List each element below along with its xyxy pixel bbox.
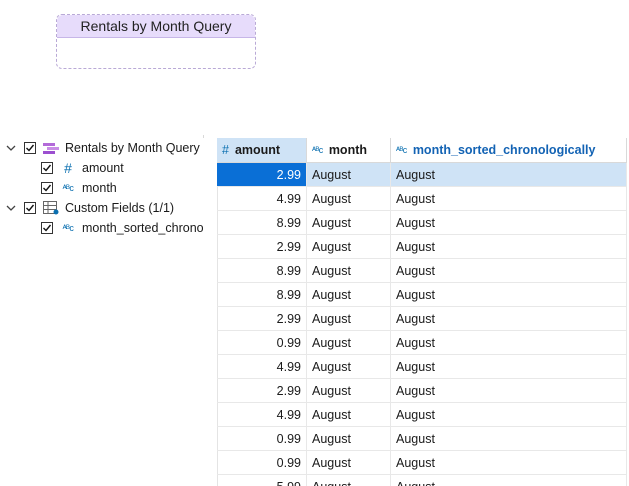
cell-month-sorted[interactable]: August — [391, 427, 627, 450]
fields-tree: Rentals by Month Query (2 # amount ᴬᴮc m… — [0, 135, 204, 486]
column-header-label: amount — [234, 143, 281, 157]
query-checkbox[interactable] — [24, 142, 36, 154]
cell-month-sorted[interactable]: August — [391, 355, 627, 378]
cell-amount[interactable]: 4.99 — [217, 355, 307, 378]
cell-amount[interactable]: 2.99 — [217, 235, 307, 258]
query-icon — [42, 141, 60, 155]
cell-amount[interactable]: 5.99 — [217, 475, 307, 486]
cell-amount[interactable]: 0.99 — [217, 451, 307, 474]
cell-month-sorted[interactable]: August — [391, 259, 627, 282]
abc-text-icon: ᴬᴮc — [396, 145, 407, 155]
cell-month[interactable]: August — [307, 187, 391, 210]
tree-item-query[interactable]: Rentals by Month Query (2 — [6, 138, 204, 158]
custom-fields-checkbox[interactable] — [24, 202, 36, 214]
query-box[interactable]: Rentals by Month Query — [56, 14, 256, 69]
cell-month[interactable]: August — [307, 379, 391, 402]
table-row[interactable]: 2.99 August August — [217, 379, 627, 403]
cell-month[interactable]: August — [307, 235, 391, 258]
column-header-label: month_sorted_chronologically — [412, 143, 596, 157]
table-row[interactable]: 0.99 August August — [217, 451, 627, 475]
table-row[interactable]: 4.99 August August — [217, 187, 627, 211]
query-box-title[interactable]: Rentals by Month Query — [57, 15, 255, 38]
cell-month[interactable]: August — [307, 307, 391, 330]
abc-text-icon: ᴬᴮc — [62, 183, 74, 193]
cell-month[interactable]: August — [307, 403, 391, 426]
abc-text-icon: ᴬᴮc — [62, 223, 74, 233]
abc-text-icon: ᴬᴮc — [312, 145, 323, 155]
table-row[interactable]: 8.99 August August — [217, 283, 627, 307]
row-header-strip — [203, 138, 218, 486]
column-header-month[interactable]: ᴬᴮc month — [307, 138, 391, 162]
chevron-down-icon[interactable] — [6, 143, 16, 153]
table-row[interactable]: 8.99 August August — [217, 259, 627, 283]
tree-item-custom-fields[interactable]: Custom Fields (1/1) — [6, 198, 174, 218]
cell-month[interactable]: August — [307, 427, 391, 450]
column-header-month-sorted[interactable]: ᴬᴮc month_sorted_chronologically — [391, 138, 627, 162]
cell-month-sorted[interactable]: August — [391, 403, 627, 426]
hash-icon: # — [64, 160, 72, 176]
cell-month-sorted[interactable]: August — [391, 307, 627, 330]
hash-icon: # — [222, 143, 229, 157]
cell-month[interactable]: August — [307, 283, 391, 306]
table-row[interactable]: 4.99 August August — [217, 403, 627, 427]
cell-amount[interactable]: 4.99 — [217, 403, 307, 426]
cell-month-sorted[interactable]: August — [391, 187, 627, 210]
tree-custom-label: Custom Fields (1/1) — [65, 201, 175, 215]
cell-month-sorted[interactable]: August — [391, 331, 627, 354]
table-grid-icon — [42, 201, 60, 215]
cell-month-sorted[interactable]: August — [391, 283, 627, 306]
column-header-amount[interactable]: # amount — [217, 138, 307, 162]
table-row[interactable]: 5.99AugustAugust — [217, 475, 627, 486]
table-row[interactable]: 8.99 August August — [217, 211, 627, 235]
cell-month-sorted[interactable]: August — [391, 211, 627, 234]
cell-month-sorted[interactable]: August — [391, 475, 627, 486]
amount-checkbox[interactable] — [41, 162, 53, 174]
tree-field-label: month — [82, 181, 117, 195]
cell-month[interactable]: August — [307, 475, 391, 486]
tree-item-amount[interactable]: # amount — [41, 158, 124, 178]
grid-body: 2.99 August August 4.99 August August 8.99 Augu… — [217, 163, 627, 486]
cell-amount[interactable]: 0.99 — [217, 427, 307, 450]
table-row[interactable]: 2.99 August August — [217, 307, 627, 331]
month-sorted-checkbox[interactable] — [41, 222, 53, 234]
column-header-label: month — [328, 143, 367, 157]
month-checkbox[interactable] — [41, 182, 53, 194]
tree-item-month[interactable]: ᴬᴮc month — [41, 178, 117, 198]
cell-month[interactable]: August — [307, 355, 391, 378]
cell-amount[interactable]: 8.99 — [217, 211, 307, 234]
cell-month-sorted[interactable]: August — [391, 163, 627, 186]
cell-month[interactable]: August — [307, 259, 391, 282]
table-row[interactable]: 0.99 August August — [217, 331, 627, 355]
tree-query-label: Rentals by Month Query (2 — [65, 141, 204, 155]
tree-item-month-sorted[interactable]: ᴬᴮc month_sorted_chronolo — [41, 218, 204, 238]
table-row[interactable]: 2.99 August August — [217, 235, 627, 259]
cell-amount[interactable]: 8.99 — [217, 283, 307, 306]
chevron-down-icon[interactable] — [6, 203, 16, 213]
grid-header-row: # amount ᴬᴮc month ᴬᴮc month_sorted_chro… — [217, 138, 627, 163]
cell-month[interactable]: August — [307, 163, 391, 186]
cell-month-sorted[interactable]: August — [391, 379, 627, 402]
results-grid[interactable]: # amount ᴬᴮc month ᴬᴮc month_sorted_chro… — [217, 138, 627, 486]
cell-month[interactable]: August — [307, 451, 391, 474]
cell-amount[interactable]: 8.99 — [217, 259, 307, 282]
cell-month[interactable]: August — [307, 331, 391, 354]
cell-amount[interactable]: 0.99 — [217, 331, 307, 354]
cell-amount[interactable]: 2.99 — [217, 307, 307, 330]
table-row[interactable]: 2.99 August August — [217, 163, 627, 187]
cell-amount[interactable]: 4.99 — [217, 187, 307, 210]
cell-month[interactable]: August — [307, 211, 391, 234]
table-row[interactable]: 0.99 August August — [217, 427, 627, 451]
cell-month-sorted[interactable]: August — [391, 451, 627, 474]
cell-amount[interactable]: 2.99 — [217, 379, 307, 402]
cell-month-sorted[interactable]: August — [391, 235, 627, 258]
table-row[interactable]: 4.99 August August — [217, 355, 627, 379]
query-diagram-canvas[interactable]: Rentals by Month Query — [0, 0, 629, 135]
tree-field-label: amount — [82, 161, 124, 175]
cell-amount[interactable]: 2.99 — [217, 163, 307, 186]
tree-custom-field-label: month_sorted_chronolo — [82, 221, 204, 235]
